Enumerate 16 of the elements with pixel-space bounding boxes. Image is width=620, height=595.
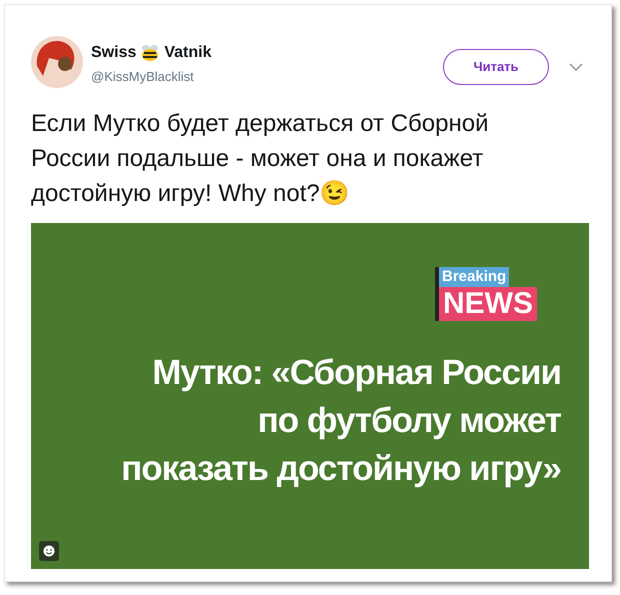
author-name[interactable]: Vatnik [164, 41, 212, 65]
follow-button[interactable]: Читать [443, 49, 549, 85]
headline-line: показать достойную игру» [121, 448, 561, 490]
news-label: NEWS [439, 287, 537, 321]
headline-line: Мутко: «Сборная России [152, 352, 561, 394]
attached-image[interactable]: Breaking NEWS Мутко: «Сборная России по футболу может показать достойную игру» [31, 223, 589, 569]
author-handle[interactable]: @KissMyBlacklist [91, 67, 212, 86]
smiley-icon [43, 545, 55, 557]
avatar-icon[interactable] [31, 36, 83, 88]
headline-line: по футболу может [258, 400, 561, 442]
breaking-label: Breaking [439, 267, 510, 287]
author-name[interactable]: Swiss [91, 41, 136, 65]
bee-icon [140, 44, 160, 62]
emoji-button[interactable] [39, 541, 59, 561]
chevron-down-icon[interactable] [569, 62, 583, 72]
tweet-text: Если Мутко будет держаться от Сборной России подальше - может она и покажет достойную игру! Why not?😉 [31, 109, 490, 209]
